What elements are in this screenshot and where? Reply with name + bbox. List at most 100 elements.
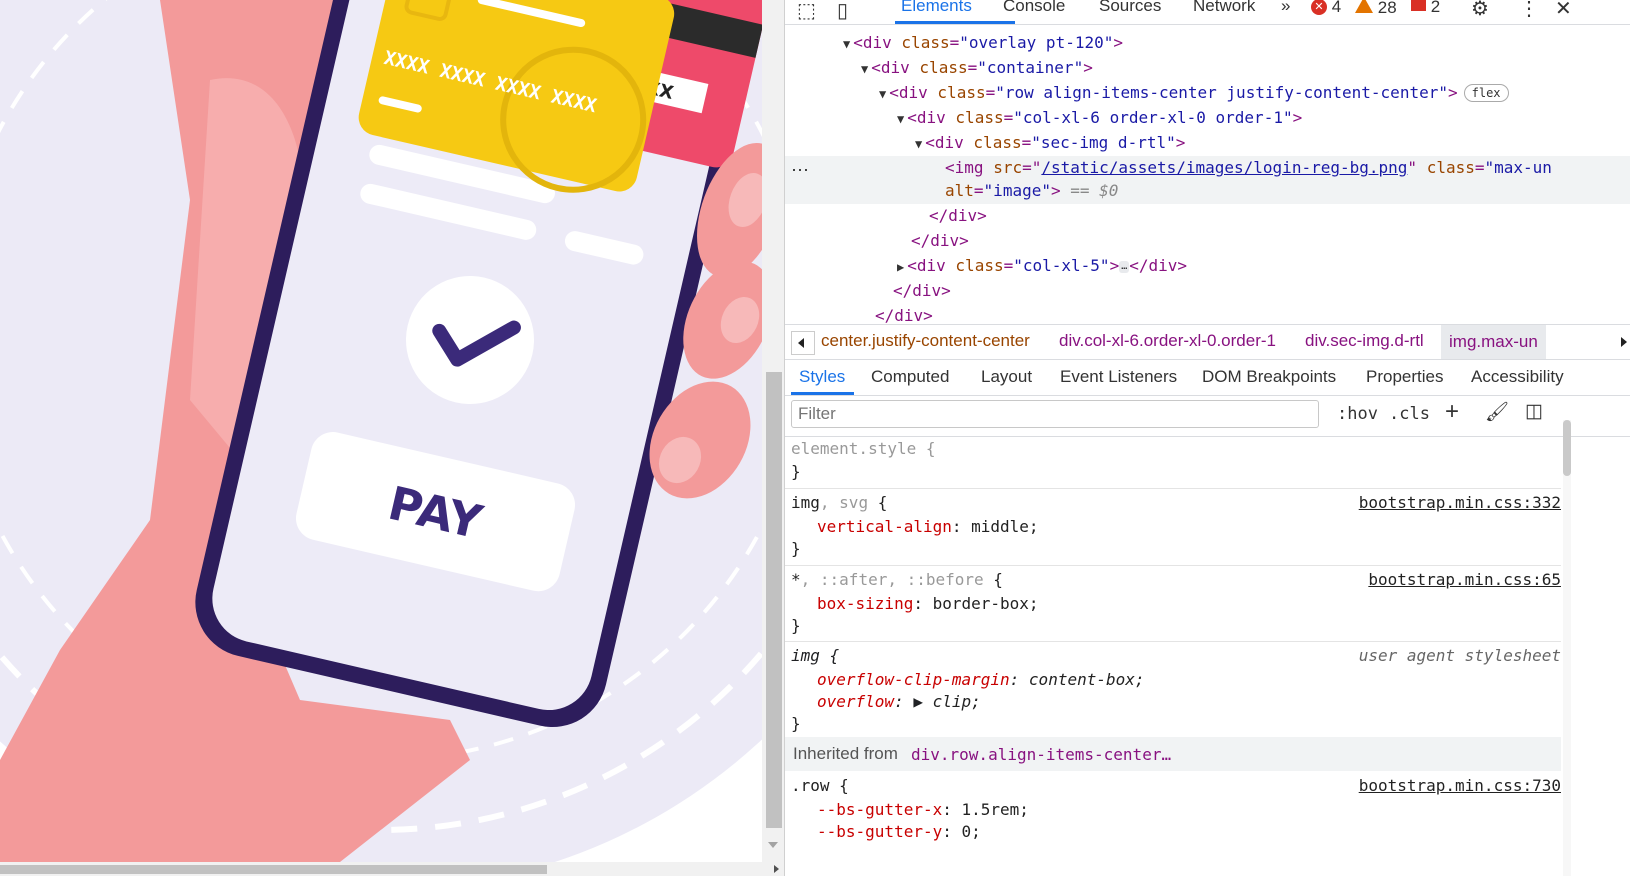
dom-tree: ⋯ ▼ <div class="overlay pt-120"> ▼ <div cl…: [785, 28, 1630, 334]
node-actions-icon[interactable]: ⋯: [791, 160, 809, 181]
scrollbar-thumb[interactable]: [766, 372, 782, 828]
cls-toggle[interactable]: .cls: [1389, 404, 1430, 424]
active-tab-indicator: [895, 21, 1015, 24]
collapse-triangle-icon[interactable]: ▼: [879, 87, 886, 101]
more-options-icon[interactable]: ⋮: [1519, 0, 1539, 21]
styles-pane: element.style { } img, svg { bootstrap.m…: [785, 420, 1630, 876]
new-style-rule-icon[interactable]: +: [1445, 398, 1459, 426]
tab-event-listeners[interactable]: Event Listeners: [1060, 367, 1177, 387]
img-src-link[interactable]: /static/assets/images/login-reg-bg.png: [1041, 158, 1407, 177]
tab-accessibility[interactable]: Accessibility: [1471, 367, 1564, 387]
scrollbar-thumb[interactable]: [0, 865, 547, 874]
dom-node-sec-img[interactable]: ▼ <div class="sec-img d-rtl">: [915, 131, 1185, 155]
rule-close: }: [791, 462, 801, 481]
rule-close: }: [791, 616, 801, 635]
rule-img-svg[interactable]: img, svg { bootstrap.min.css:332 vertica…: [785, 489, 1561, 566]
inherited-label: Inherited from: [793, 744, 898, 763]
issues-counter[interactable]: 2: [1411, 0, 1440, 17]
more-tabs-icon[interactable]: »: [1281, 0, 1290, 16]
scroll-down-arrow-icon[interactable]: [768, 842, 778, 848]
rule-declaration[interactable]: box-sizing: border-box;: [817, 594, 1039, 613]
rule-selector: .row {: [791, 776, 849, 795]
rule-declaration[interactable]: --bs-gutter-x: 1.5rem;: [817, 800, 1029, 819]
toggle-sidebar-icon[interactable]: ◫: [1525, 400, 1543, 423]
rule-source: user agent stylesheet: [1358, 646, 1561, 665]
breadcrumb-item[interactable]: center.justify-content-center: [821, 331, 1030, 351]
rule-source-link[interactable]: bootstrap.min.css:65: [1368, 570, 1561, 589]
inherited-from-header: Inherited from div.row.align-items-cente…: [785, 737, 1561, 771]
breadcrumb-item[interactable]: div.col-xl-6.order-xl-0.order-1: [1059, 331, 1276, 351]
tab-layout[interactable]: Layout: [981, 367, 1032, 387]
rule-selector: img, svg {: [791, 493, 888, 512]
devtools-panel: ⬚ ▯ Elements Console Sources Network » ✕…: [784, 0, 1630, 876]
breadcrumb-scroll-right-icon[interactable]: [1621, 337, 1627, 347]
page-vertical-scrollbar[interactable]: [762, 0, 784, 862]
tab-network[interactable]: Network: [1193, 0, 1255, 16]
collapse-triangle-icon[interactable]: ▼: [861, 62, 868, 76]
flex-badge[interactable]: flex: [1463, 84, 1509, 102]
rule-close: }: [791, 714, 801, 733]
dom-node-container[interactable]: ▼ <div class="container">: [861, 56, 1093, 80]
rule-universal[interactable]: *, ::after, ::before { bootstrap.min.css…: [785, 566, 1561, 642]
styles-scrollbar[interactable]: [1563, 420, 1571, 876]
collapse-triangle-icon[interactable]: ▼: [843, 37, 850, 51]
dom-node-col-xl-5[interactable]: ▶ <div class="col-xl-5">… </div>: [897, 254, 1187, 278]
tab-styles[interactable]: Styles: [799, 367, 845, 387]
dom-node-img-alt: alt="image"> == $0: [945, 181, 1119, 200]
inherited-node-link[interactable]: div.row.align-items-center…: [911, 745, 1171, 764]
tab-dom-breakpoints[interactable]: DOM Breakpoints: [1202, 367, 1336, 387]
rule-user-agent-img[interactable]: img { user agent stylesheet overflow-cli…: [785, 642, 1561, 739]
breadcrumb-item-selected[interactable]: img.max-un: [1441, 325, 1546, 359]
rule-selector: element.style {: [791, 439, 936, 458]
devtools-tabbar: ⬚ ▯ Elements Console Sources Network » ✕…: [785, 0, 1630, 25]
rule-declaration[interactable]: --bs-gutter-y: 0;: [817, 822, 981, 841]
rule-close: }: [791, 539, 801, 558]
settings-gear-icon[interactable]: ⚙: [1471, 0, 1489, 21]
issues-icon: [1411, 0, 1426, 11]
styles-toolbar: :hov .cls + 🖌 ◫: [785, 396, 1630, 437]
rule-declaration[interactable]: overflow: ▶ clip;: [817, 692, 981, 711]
rule-selector: img {: [791, 646, 840, 665]
payment-illustration: PAY XX XXXX XXXX XXXX XXXX: [0, 0, 762, 862]
dom-close-tag[interactable]: </div>: [893, 279, 951, 303]
warning-counter[interactable]: 28: [1355, 0, 1397, 18]
inspect-element-icon[interactable]: ⬚: [797, 0, 816, 23]
collapsed-children-ellipsis[interactable]: …: [1119, 261, 1130, 273]
rule-source-link[interactable]: bootstrap.min.css:730: [1359, 776, 1561, 795]
dom-node-row[interactable]: ▼ <div class="row align-items-center just…: [879, 81, 1509, 105]
tab-properties[interactable]: Properties: [1366, 367, 1443, 387]
dom-node-overlay[interactable]: ▼ <div class="overlay pt-120">: [843, 31, 1123, 55]
tab-computed[interactable]: Computed: [871, 367, 949, 387]
tab-sources[interactable]: Sources: [1099, 0, 1161, 16]
expand-triangle-icon[interactable]: ▶: [913, 692, 923, 711]
breadcrumb: center.justify-content-center div.col-xl…: [785, 324, 1630, 360]
tab-elements[interactable]: Elements: [901, 0, 972, 16]
breadcrumb-item[interactable]: div.sec-img.d-rtl: [1305, 331, 1424, 351]
expand-triangle-icon[interactable]: ▶: [897, 260, 904, 274]
rule-source-link[interactable]: bootstrap.min.css:332: [1359, 493, 1561, 512]
error-counter[interactable]: ✕ 4: [1311, 0, 1341, 17]
scroll-right-arrow-icon[interactable]: [774, 865, 779, 873]
dom-node-col-xl-6[interactable]: ▼ <div class="col-xl-6 order-xl-0 order-1…: [897, 106, 1302, 130]
error-count: 4: [1331, 0, 1342, 16]
page-horizontal-scrollbar[interactable]: [0, 862, 784, 876]
breadcrumb-scroll-left-icon[interactable]: [791, 331, 815, 355]
issues-count: 2: [1430, 0, 1441, 16]
rule-element-style[interactable]: element.style { }: [785, 436, 1561, 489]
close-devtools-icon[interactable]: ✕: [1555, 0, 1572, 21]
styles-filter-input[interactable]: [791, 400, 1319, 428]
tab-console[interactable]: Console: [1003, 0, 1065, 16]
scrollbar-thumb[interactable]: [1563, 420, 1571, 476]
dom-node-img-selected[interactable]: <img src="/static/assets/images/login-re…: [945, 156, 1552, 180]
active-style-tab-indicator: [791, 392, 854, 395]
dom-close-tag[interactable]: </div>: [911, 229, 969, 253]
rule-declaration[interactable]: vertical-align: middle;: [817, 517, 1039, 536]
collapse-triangle-icon[interactable]: ▼: [915, 137, 922, 151]
paint-brush-icon[interactable]: 🖌: [1485, 400, 1509, 424]
rule-row[interactable]: .row { bootstrap.min.css:730 --bs-gutter…: [785, 772, 1561, 876]
device-toolbar-icon[interactable]: ▯: [837, 0, 848, 23]
collapse-triangle-icon[interactable]: ▼: [897, 112, 904, 126]
rule-declaration[interactable]: overflow-clip-margin: content-box;: [817, 670, 1145, 689]
dom-close-tag[interactable]: </div>: [929, 204, 987, 228]
hov-toggle[interactable]: :hov: [1337, 404, 1378, 424]
